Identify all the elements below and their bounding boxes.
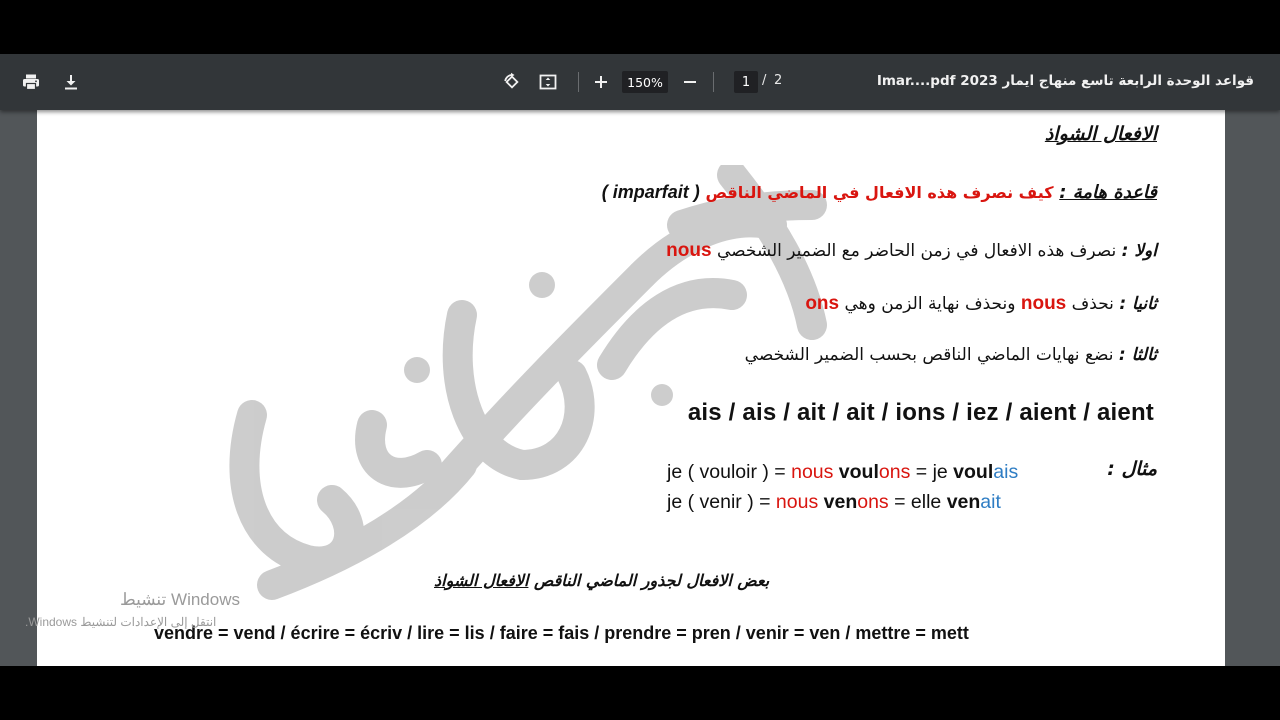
page-total: 2 [774, 73, 783, 88]
pdf-toolbar: 150% 1 / 2 قواعد الوحدة الرابعة تاسع منه… [0, 54, 1280, 110]
pdf-page: الافعال الشواذ قاعدة هامة : كيف نصرف هذه… [37, 110, 1225, 666]
print-icon [23, 74, 39, 91]
example-2-pronoun: nous [775, 491, 824, 513]
page-number-field[interactable]: 1 [734, 71, 758, 93]
step2-highlight-a: nous [1020, 293, 1067, 314]
roots-heading-underlined: الافعال الشواذ [434, 571, 529, 590]
example-1-stem: voul [838, 461, 879, 483]
roots-heading-text: بعض الافعال لجذور الماضي الناقص [528, 571, 770, 590]
roots-heading: بعض الافعال لجذور الماضي الناقص الافعال … [434, 571, 769, 590]
example-2-stem: ven [823, 491, 858, 513]
download-button[interactable] [57, 68, 85, 96]
example-1-subject: = je [910, 461, 954, 483]
step2-label: ثانيا : [1119, 294, 1157, 314]
letterbox-top [0, 0, 1280, 54]
windows-activation-subtitle: انتقل إلى الإعدادات لتنشيط Windows. [25, 615, 217, 629]
document-title: قواعد الوحدة الرابعة تاسع منهاج ايمار 20… [876, 73, 1254, 89]
rule-question: كيف نصرف هذه الافعال في الماضي الناقص [705, 183, 1054, 202]
zoom-in-button[interactable] [587, 68, 615, 96]
example-1-ending: ons [878, 461, 911, 483]
imparfait-endings: ais / ais / ait / ait / ions / iez / aie… [687, 399, 1154, 426]
zoom-in-icon [595, 76, 607, 88]
step3-label: ثالثا : [1118, 345, 1157, 365]
example-2-subject: = elle [888, 491, 947, 513]
rotate-button[interactable] [498, 68, 526, 96]
fit-page-button[interactable] [534, 68, 562, 96]
verb-roots-list: vendre = vend / écrire = écriv / lire = … [154, 623, 969, 643]
page-separator: / [762, 73, 767, 88]
step2-text-a: نحذف [1071, 294, 1114, 314]
zoom-out-icon [684, 81, 696, 83]
rule-label: قاعدة هامة : [1059, 182, 1157, 203]
toolbar-divider [578, 72, 579, 92]
rule-tense: ( imparfait ) [601, 182, 700, 202]
example-1-result-stem: voul [953, 461, 994, 483]
step1-label: اولا : [1121, 241, 1157, 261]
example-2-infinitive: je ( venir ) = [667, 491, 776, 513]
zoom-out-button[interactable] [676, 68, 704, 96]
zoom-level-field[interactable]: 150% [622, 71, 668, 93]
example-2-result-stem: ven [946, 491, 981, 513]
example-1-pronoun: nous [791, 461, 839, 483]
toolbar-divider [713, 72, 714, 92]
example-1: je ( vouloir ) = nous voulons = je voula… [667, 461, 1018, 484]
example-2-result-ending: ait [980, 491, 1001, 513]
download-icon [65, 75, 77, 90]
step1-line: اولا : نصرف هذه الافعال في زمن الحاضر مع… [666, 240, 1157, 262]
rule-line: قاعدة هامة : كيف نصرف هذه الافعال في الم… [602, 182, 1157, 203]
step3-text: نضع نهايات الماضي الناقص بحسب الضمير الش… [744, 345, 1114, 365]
rotate-icon [504, 72, 519, 89]
example-label: مثال : [1107, 458, 1157, 480]
example-2: je ( venir ) = nous venons = elle venait [667, 491, 1001, 514]
example-1-infinitive: je ( vouloir ) = [667, 461, 792, 483]
example-2-ending: ons [857, 491, 889, 513]
step1-text: نصرف هذه الافعال في زمن الحاضر مع الضمير… [716, 241, 1117, 261]
windows-activation-title: تنشيط Windows [120, 590, 240, 609]
step3-line: ثالثا : نضع نهايات الماضي الناقص بحسب ال… [745, 345, 1157, 365]
print-button[interactable] [17, 68, 45, 96]
step2-text-b: ونحذف نهاية الزمن وهي [844, 294, 1016, 314]
fit-page-icon [539, 74, 557, 90]
step1-highlight: nous [666, 240, 712, 261]
section-heading: الافعال الشواذ [1044, 123, 1157, 145]
example-1-result-ending: ais [993, 461, 1019, 483]
step2-line: ثانيا : نحذف nous ونحذف نهاية الزمن وهي … [805, 293, 1157, 315]
letterbox-bottom [0, 666, 1280, 720]
step2-highlight-b: ons [805, 293, 840, 314]
